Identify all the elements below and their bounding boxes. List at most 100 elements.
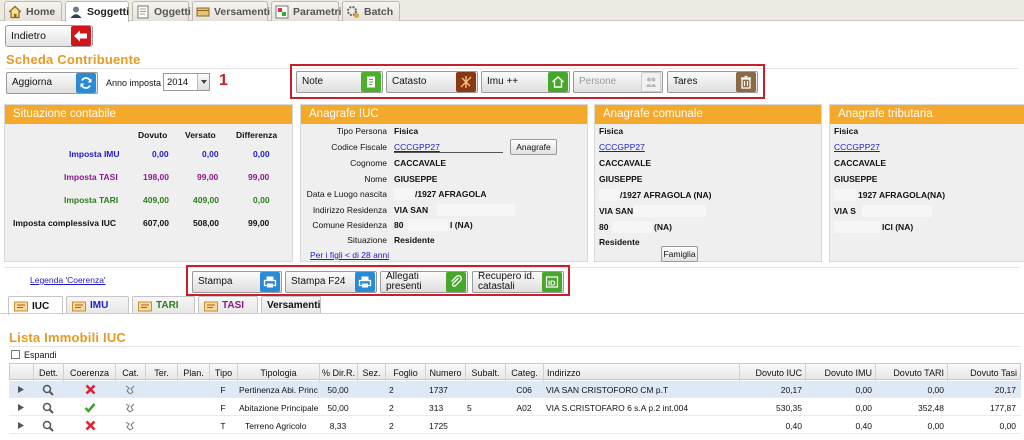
svg-text:ID: ID (548, 279, 556, 288)
cadastre-map-icon[interactable] (123, 417, 137, 434)
tab-soggetti[interactable]: Soggetti (65, 1, 129, 22)
recupero-button-label: Recupero id. catastali (478, 271, 535, 292)
header-numero[interactable]: Numero (426, 364, 466, 381)
cell-indirizzo: VIA SAN CRISTOFORO CM p.T (546, 385, 669, 395)
chevron-down-icon (197, 74, 209, 90)
header-dovuto-imu[interactable]: Dovuto IMU (806, 364, 876, 381)
cadastre-map-icon[interactable] (123, 381, 137, 398)
subtab-imu[interactable]: IMU (66, 296, 129, 314)
header-ter[interactable]: Ter. (146, 364, 178, 381)
tab-home[interactable]: Home (4, 1, 62, 21)
imu-plus-button[interactable]: Imu ++ (481, 71, 570, 93)
cell-tipologia: Pertinenza Abi. Princ (239, 385, 318, 395)
cell-dovuto-iuc: 20,17 (780, 385, 802, 395)
batch-gear-icon (346, 5, 360, 19)
persons-icon (641, 72, 661, 92)
header-dir[interactable]: % Dir.R. (320, 364, 358, 381)
comunale-nascita: /1927 AFRAGOLA (NA) (620, 190, 712, 200)
table-row[interactable]: T Terreno Agricolo 8,33 2 1725 0,40 0,40… (9, 417, 1021, 434)
row-imposta-tasi: Imposta TASI 198,00 99,00 99,00 (5, 172, 294, 184)
expand-triangle-icon[interactable] (15, 399, 27, 416)
cell-dovuto-imu: 0,00 (855, 385, 872, 395)
note-button[interactable]: Note (296, 71, 383, 93)
recupero-id-catastali-button[interactable]: Recupero id. catastali ID (472, 271, 564, 293)
header-plan[interactable]: Plan. (178, 364, 210, 381)
year-select[interactable]: 2014 (163, 73, 210, 91)
cell-sez (357, 381, 385, 398)
subtab-tari-label: TARI (156, 300, 179, 311)
header-subalt[interactable]: Subalt. (466, 364, 506, 381)
magnifier-icon[interactable] (41, 417, 55, 434)
header-sez[interactable]: Sez. (358, 364, 386, 381)
back-button[interactable]: Indietro (5, 25, 93, 47)
redacted-tributaria-cap (834, 221, 880, 233)
allegati-button[interactable]: Allegati presenti (380, 271, 468, 293)
tipo-persona-label: Tipo Persona (336, 126, 387, 136)
iuc-differenza: 99,00 (248, 218, 270, 228)
legenda-coerenza-link[interactable]: Legenda 'Coerenza' (30, 275, 106, 285)
iuc-tab-icon (14, 300, 28, 312)
redacted-comunale-birth (599, 189, 619, 201)
persone-button[interactable]: Persone (573, 71, 663, 93)
famiglia-button[interactable]: Famiglia (661, 246, 698, 262)
refresh-button[interactable]: Aggiorna (6, 72, 98, 94)
cell-subalt (467, 417, 505, 434)
table-row[interactable]: F Pertinenza Abi. Princ 50,00 2 1737 C06… (9, 381, 1021, 398)
header-dovuto-tari[interactable]: Dovuto TARI (876, 364, 948, 381)
table-row[interactable]: F Abitazione Principale 50,00 2 313 5 A0… (9, 399, 1021, 416)
header-tipo[interactable]: Tipo (210, 364, 238, 381)
anagrafe-button[interactable]: Anagrafe (510, 139, 557, 155)
header-categ[interactable]: Categ. (506, 364, 544, 381)
expand-triangle-icon[interactable] (15, 417, 27, 434)
subtab-tasi[interactable]: TASI (198, 296, 258, 314)
tributaria-cf-link[interactable]: CCCGPP27 (834, 142, 880, 152)
tributaria-cognome: CACCAVALE (834, 158, 887, 168)
catasto-button[interactable]: Catasto (386, 71, 478, 93)
redacted-tributaria-address (862, 205, 932, 217)
list-title-divider (9, 346, 1020, 347)
header-foglio[interactable]: Foglio (386, 364, 426, 381)
cell-numero: 1725 (429, 421, 448, 431)
magnifier-icon[interactable] (41, 399, 55, 416)
comunale-tipo: Fisica (599, 126, 624, 136)
header-dovuto-iuc[interactable]: Dovuto IUC (740, 364, 806, 381)
header-cat[interactable]: Cat. (116, 364, 146, 381)
comune-value: I (NA) (450, 220, 473, 230)
figli-link[interactable]: Per i figli < di 28 anni (310, 250, 389, 260)
subtab-imu-label: IMU (90, 300, 109, 311)
magnifier-icon[interactable] (41, 381, 55, 398)
tasi-versato: 99,00 (197, 172, 219, 182)
codice-fiscale-field[interactable]: CCCGPP27 (394, 142, 503, 153)
header-indirizzo[interactable]: Indirizzo (544, 364, 740, 381)
tab-versamenti[interactable]: Versamenti (192, 1, 270, 21)
header-dovuto-tasi[interactable]: Dovuto Tasi (948, 364, 1020, 381)
payment-icon (196, 5, 210, 19)
cell-foglio: 2 (389, 421, 394, 431)
comunale-cf-link[interactable]: CCCGPP27 (599, 142, 645, 152)
tab-batch[interactable]: Batch (342, 1, 400, 21)
cell-dir: 50,00 (327, 403, 349, 413)
cell-subalt (467, 381, 505, 398)
espandi-checkbox[interactable] (11, 350, 20, 359)
cell-foglio: 2 (389, 385, 394, 395)
cell-tipo: F (220, 403, 226, 413)
cell-tipo: T (220, 421, 226, 431)
expand-triangle-icon[interactable] (15, 381, 27, 398)
header-dett[interactable]: Dett. (34, 364, 64, 381)
tares-button[interactable]: Tares (667, 71, 758, 93)
comune-label: Comune Residenza (312, 220, 387, 230)
subtab-tari[interactable]: TARI (132, 296, 195, 314)
cadastre-map-icon[interactable] (123, 399, 137, 416)
tab-parametri[interactable]: Parametri (271, 1, 341, 21)
header-coerenza[interactable]: Coerenza (64, 364, 116, 381)
stampa-f24-button[interactable]: Stampa F24 (285, 271, 377, 293)
header-tipologia[interactable]: Tipologia (238, 364, 320, 381)
stampa-button[interactable]: Stampa (192, 271, 282, 293)
subtab-versamenti[interactable]: Versamenti (261, 296, 321, 314)
subtab-versamenti-label: Versamenti (267, 300, 321, 311)
situazione-label: Situazione (347, 235, 387, 245)
tari-tab-icon (138, 300, 152, 312)
row-imposta-complessiva: Imposta complessiva IUC 607,00 508,00 99… (5, 218, 294, 230)
subtab-tasi-label: TASI (222, 300, 245, 311)
tab-oggetti[interactable]: Oggetti (132, 1, 191, 21)
